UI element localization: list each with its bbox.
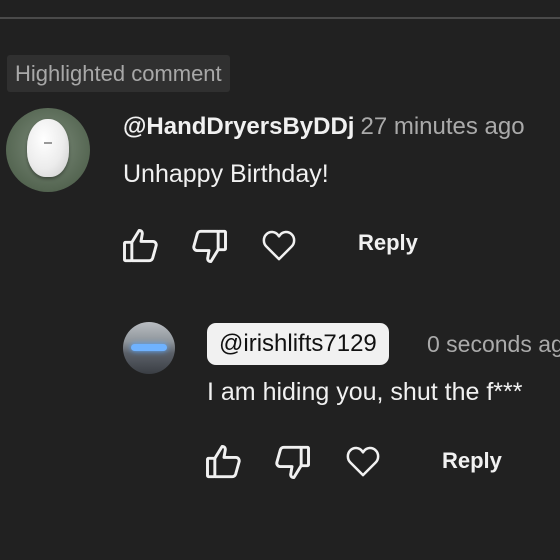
thumbs-up-icon[interactable] (119, 224, 163, 268)
thumbs-down-icon[interactable] (270, 440, 314, 484)
reply-text: I am hiding you, shut the f*** (207, 378, 523, 406)
author-avatar[interactable] (6, 108, 90, 192)
hand-dryer-logo (44, 142, 52, 144)
highlighted-comment-badge: Highlighted comment (7, 55, 230, 92)
comment-timestamp[interactable]: 27 minutes ago (360, 113, 524, 140)
comment-author[interactable]: @HandDryersByDDj (123, 113, 354, 140)
comment-header: @HandDryersByDDj 27 minutes ago (123, 112, 525, 142)
user-avatar[interactable] (123, 322, 175, 374)
avatar-light (131, 344, 167, 351)
heart-icon[interactable] (343, 441, 383, 481)
thumbs-up-icon[interactable] (202, 440, 246, 484)
reply-button[interactable]: Reply (358, 228, 418, 258)
hand-dryer-image (27, 119, 69, 177)
section-divider (0, 17, 560, 19)
comments-section: Highlighted comment @HandDryersByDDj 27 m… (0, 0, 560, 560)
reply-timestamp[interactable]: 0 seconds ago (427, 329, 560, 359)
mention-chip[interactable]: @irishlifts7129 (207, 323, 389, 365)
heart-icon[interactable] (259, 225, 299, 265)
reply-button[interactable]: Reply (442, 446, 502, 476)
comment-text: Unhappy Birthday! (123, 160, 329, 188)
thumbs-down-icon[interactable] (187, 224, 231, 268)
